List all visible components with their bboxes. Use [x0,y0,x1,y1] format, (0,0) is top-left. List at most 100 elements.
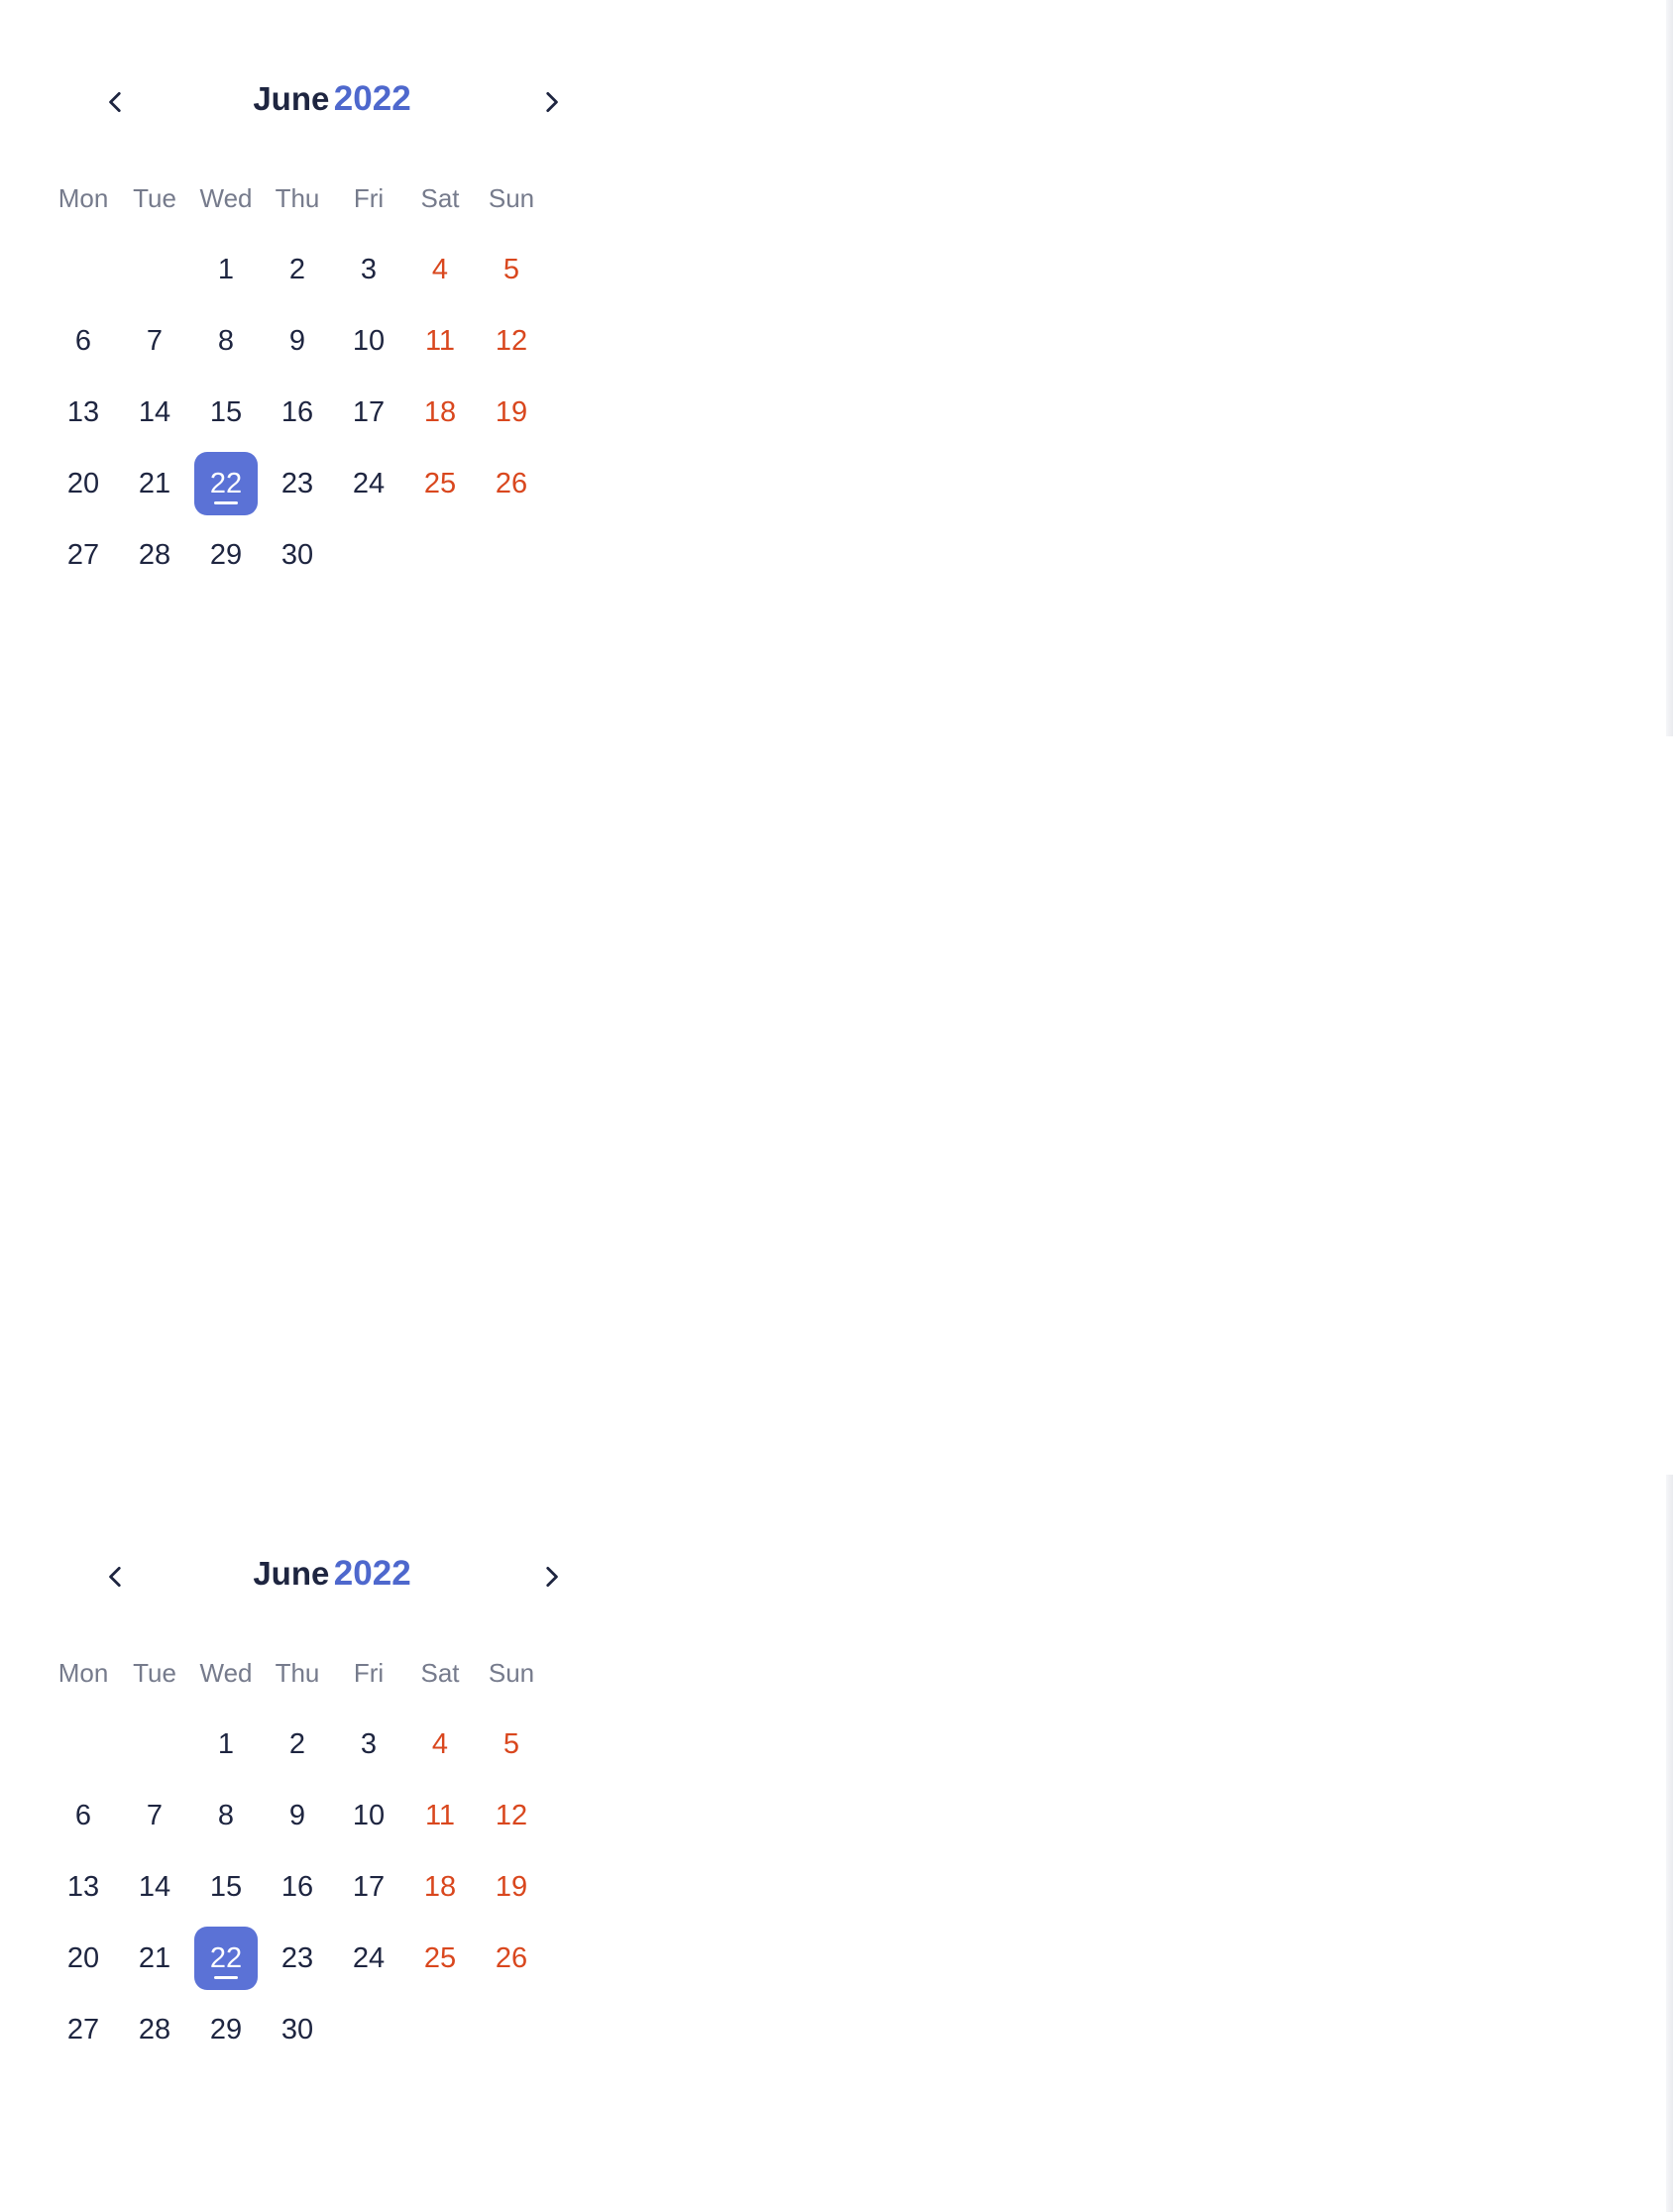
prev-month-button[interactable] [96,1559,136,1599]
empty-day-cell [333,523,404,587]
day-cell[interactable]: 25 [404,452,476,515]
day-cell[interactable]: 11 [404,309,476,373]
day-cell[interactable]: 12 [476,309,547,373]
day-cell[interactable]: 16 [262,381,333,444]
day-number-text: 26 [495,1941,528,1974]
selected-day[interactable]: 22 [190,452,262,515]
day-cell[interactable]: 5 [476,238,547,301]
selected-day[interactable]: 22 [190,1927,262,1990]
day-number-text: 13 [66,395,100,428]
day-number: 7 [123,1784,186,1847]
week-row: 6 7 8 9 10 11 12 [48,309,547,373]
day-number-text: 8 [217,324,235,357]
day-cell[interactable]: 8 [190,309,262,373]
month-label: June [253,80,330,117]
day-cell[interactable]: 8 [190,1784,262,1847]
day-cell[interactable]: 2 [262,1713,333,1776]
day-cell[interactable]: 4 [404,238,476,301]
day-cell[interactable]: 29 [190,1998,262,2061]
day-cell[interactable]: 11 [404,1784,476,1847]
year-label[interactable]: 2022 [334,79,411,118]
day-cell[interactable]: 12 [476,1784,547,1847]
month-year-title[interactable]: June 2022 [168,79,496,129]
day-cell[interactable]: 7 [119,309,190,373]
day-cell[interactable]: 23 [262,452,333,515]
day-number-text: 15 [209,1870,243,1903]
day-cell[interactable]: 28 [119,523,190,587]
day-cell[interactable]: 5 [476,1713,547,1776]
day-number: 19 [480,381,543,444]
day-cell[interactable]: 6 [48,1784,119,1847]
day-cell[interactable]: 16 [262,1855,333,1919]
day-cell[interactable]: 13 [48,381,119,444]
day-cell[interactable]: 15 [190,1855,262,1919]
day-number-text: 5 [502,1727,520,1760]
day-number: 24 [337,452,400,515]
day-cell[interactable]: 27 [48,1998,119,2061]
day-number [52,238,115,301]
day-cell[interactable]: 14 [119,1855,190,1919]
day-number: 9 [266,309,329,373]
day-cell[interactable]: 23 [262,1927,333,1990]
day-cell[interactable]: 20 [48,452,119,515]
day-cell[interactable]: 27 [48,523,119,587]
day-number-text: 28 [138,2013,171,2046]
day-cell[interactable]: 28 [119,1998,190,2061]
calendar-card-bottom: June 2022 Mon Tue Wed Thu Fri Sat Sun 1 2 3 4 5 6 7 8 9 1… [0,1475,1673,2212]
day-number: 5 [480,238,543,301]
day-cell[interactable]: 18 [404,1855,476,1919]
day-number-text: 13 [66,1870,100,1903]
day-cell[interactable]: 3 [333,1713,404,1776]
day-cell[interactable]: 4 [404,1713,476,1776]
day-cell[interactable]: 20 [48,1927,119,1990]
day-cell[interactable]: 6 [48,309,119,373]
day-cell[interactable]: 3 [333,238,404,301]
prev-month-button[interactable] [96,84,136,124]
day-cell[interactable]: 18 [404,381,476,444]
day-cell[interactable]: 10 [333,309,404,373]
weekday-header-thu: Thu [275,1657,320,1688]
weekday-header-sat: Sat [420,1657,460,1688]
day-cell[interactable]: 9 [262,1784,333,1847]
day-cell[interactable]: 17 [333,381,404,444]
week-row: 20 21 22 23 24 25 26 [48,1927,547,1990]
day-cell[interactable]: 29 [190,523,262,587]
day-number: 30 [266,523,329,587]
day-cell[interactable]: 21 [119,1927,190,1990]
month-year-title[interactable]: June 2022 [168,1554,496,1604]
day-number: 5 [480,1713,543,1776]
day-number-text: 17 [352,395,386,428]
day-cell[interactable]: 9 [262,309,333,373]
day-cell[interactable]: 19 [476,381,547,444]
day-cell[interactable]: 10 [333,1784,404,1847]
day-number-text: 5 [502,253,520,285]
day-cell[interactable]: 1 [190,238,262,301]
empty-day-cell [404,1998,476,2061]
day-cell[interactable]: 30 [262,523,333,587]
day-cell[interactable]: 21 [119,452,190,515]
day-cell[interactable]: 26 [476,1927,547,1990]
next-month-button[interactable] [531,1559,571,1599]
day-cell[interactable]: 19 [476,1855,547,1919]
day-number-text: 27 [66,2013,100,2046]
day-number: 2 [266,1713,329,1776]
day-cell[interactable]: 1 [190,1713,262,1776]
day-cell[interactable]: 30 [262,1998,333,2061]
day-number-text: 2 [288,1727,306,1760]
empty-day-cell [476,1998,547,2061]
day-cell[interactable]: 13 [48,1855,119,1919]
day-cell[interactable]: 26 [476,452,547,515]
day-cell[interactable]: 24 [333,452,404,515]
weekday-header-wed: Wed [199,1657,253,1688]
day-cell[interactable]: 14 [119,381,190,444]
day-number: 1 [194,238,258,301]
year-label[interactable]: 2022 [334,1554,411,1593]
day-cell[interactable]: 15 [190,381,262,444]
day-number: 29 [194,523,258,587]
day-cell[interactable]: 25 [404,1927,476,1990]
day-cell[interactable]: 24 [333,1927,404,1990]
next-month-button[interactable] [531,84,571,124]
day-cell[interactable]: 17 [333,1855,404,1919]
day-cell[interactable]: 7 [119,1784,190,1847]
day-cell[interactable]: 2 [262,238,333,301]
